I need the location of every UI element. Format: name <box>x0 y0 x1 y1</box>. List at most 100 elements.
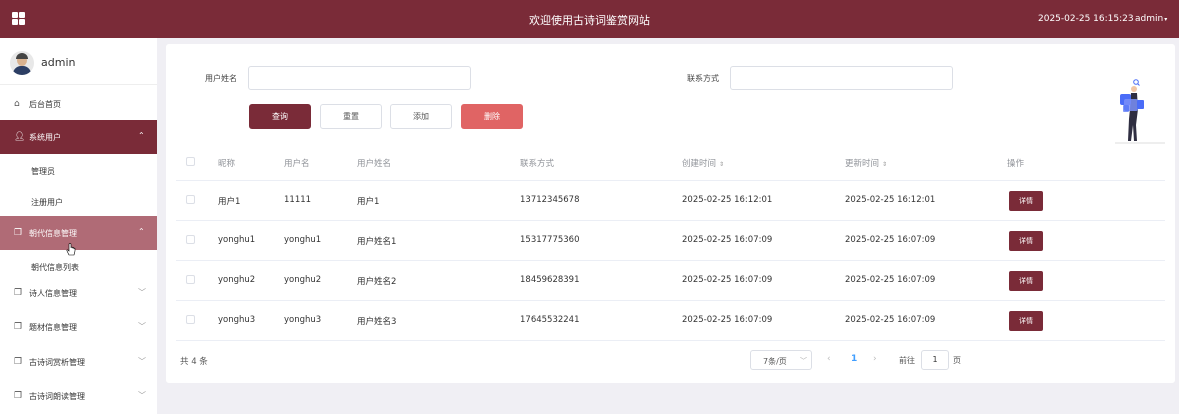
row-checkbox[interactable] <box>186 235 195 244</box>
user-menu[interactable]: admin▾ <box>1135 14 1167 24</box>
table-row: yonghu1 yonghu1 用户姓名1 15317775360 2025-0… <box>176 221 1165 261</box>
sidebar-item-label: 注册用户 <box>31 198 63 207</box>
column-header: 更新时间 <box>845 159 880 169</box>
sidebar-item-poet-management[interactable]: ❐ 诗人信息管理 ﹀ <box>0 276 157 310</box>
sidebar-item-label: 古诗词赏析管理 <box>29 358 85 367</box>
select-all-checkbox[interactable] <box>186 157 195 166</box>
add-button[interactable]: 添加 <box>390 104 452 129</box>
created-time-header[interactable]: 创建时间 ⇕ <box>682 157 724 169</box>
sidebar-item-label: 管理员 <box>31 167 55 176</box>
document-icon: ❐ <box>14 322 23 332</box>
user-icon: 👤︎ <box>14 132 26 142</box>
cell-contact: 13712345678 <box>520 195 580 205</box>
row-checkbox[interactable] <box>186 275 195 284</box>
column-header: 创建时间 <box>682 159 717 169</box>
contact-input[interactable] <box>730 66 953 90</box>
sidebar-item-appreciation-management[interactable]: ❐ 古诗词赏析管理 ﹀ <box>0 345 157 379</box>
sidebar-item-dynasty-management[interactable]: ❐ 朝代信息管理 ⌃ <box>0 216 157 250</box>
row-checkbox[interactable] <box>186 315 195 324</box>
sidebar-item-label: 后台首页 <box>29 100 61 109</box>
document-icon: ❐ <box>14 391 23 401</box>
cell-nickname: 用户1 <box>218 197 241 207</box>
page-size-select[interactable]: 7条/页 ﹀ <box>750 350 812 370</box>
name-label: 用户姓名 <box>205 74 237 83</box>
cell-realname: 用户1 <box>357 197 380 207</box>
sidebar-profile: admin <box>0 38 157 85</box>
cell-nickname: yonghu3 <box>218 315 256 325</box>
detail-button[interactable]: 详情 <box>1009 311 1043 331</box>
main-panel: 用户姓名 联系方式 查询 重置 添加 删除 昵称 用户名 用户姓名 联系方式 创… <box>166 44 1175 383</box>
column-header: 操作 <box>1007 159 1025 169</box>
cell-username: yonghu3 <box>284 315 322 325</box>
hand-cursor-icon <box>66 243 76 256</box>
sidebar-item-label: 诗人信息管理 <box>29 289 77 298</box>
reset-button[interactable]: 重置 <box>320 104 382 129</box>
cell-contact: 18459628391 <box>520 275 580 285</box>
sort-icon: ⇕ <box>882 161 888 168</box>
document-icon: ❐ <box>14 357 23 367</box>
home-icon: ⌂ <box>14 99 20 109</box>
cell-username: yonghu1 <box>284 235 322 245</box>
name-input[interactable] <box>248 66 471 90</box>
sidebar-item-label: 朝代信息列表 <box>31 263 79 272</box>
cell-created: 2025-02-25 16:07:09 <box>682 275 773 285</box>
sidebar-item-recitation-management[interactable]: ❐ 古诗词朗读管理 ﹀ <box>0 379 157 413</box>
page-size-value: 7条/页 <box>763 357 787 366</box>
chevron-down-icon: ﹀ <box>138 391 146 400</box>
table-row: 用户1 11111 用户1 13712345678 2025-02-25 16:… <box>176 181 1165 221</box>
chevron-up-icon: ⌃ <box>138 227 145 236</box>
avatar <box>10 51 34 75</box>
total-count: 共 4 条 <box>180 357 208 367</box>
next-page-icon[interactable]: › <box>873 354 877 364</box>
current-datetime: 2025-02-25 16:15:23 <box>1038 14 1134 24</box>
table-header: 昵称 用户名 用户姓名 联系方式 创建时间 ⇕ 更新时间 ⇕ 操作 <box>176 143 1165 181</box>
column-header: 用户姓名 <box>357 159 392 169</box>
cell-contact: 17645532241 <box>520 315 580 325</box>
cell-realname: 用户姓名2 <box>357 277 397 287</box>
detail-button[interactable]: 详情 <box>1009 191 1043 211</box>
table-row: yonghu3 yonghu3 用户姓名3 17645532241 2025-0… <box>176 301 1165 341</box>
chevron-down-icon: ﹀ <box>800 357 807 365</box>
sidebar: admin ⌂ 后台首页 👤︎ 系统用户 ⌃ 管理员 注册用户 ❐ 朝代信息管理… <box>0 38 157 414</box>
chevron-down-icon: ﹀ <box>138 288 146 297</box>
updated-time-header[interactable]: 更新时间 ⇕ <box>845 157 887 169</box>
sort-icon: ⇕ <box>719 161 725 168</box>
profile-name: admin <box>41 56 76 69</box>
site-title: 欢迎使用古诗词鉴赏网站 <box>529 14 650 27</box>
detail-button[interactable]: 详情 <box>1009 231 1043 251</box>
goto-page-input[interactable]: 1 <box>921 350 949 370</box>
cell-updated: 2025-02-25 16:07:09 <box>845 235 936 245</box>
goto-label: 前往 <box>899 356 915 365</box>
row-checkbox[interactable] <box>186 195 195 204</box>
sidebar-item-theme-management[interactable]: ❐ 题材信息管理 ﹀ <box>0 310 157 344</box>
sidebar-item-system-users[interactable]: 👤︎ 系统用户 ⌃ <box>0 120 157 154</box>
cell-created: 2025-02-25 16:12:01 <box>682 195 773 205</box>
sidebar-item-label: 朝代信息管理 <box>29 229 77 238</box>
cell-contact: 15317775360 <box>520 235 580 245</box>
sidebar-item-admins[interactable]: 管理员 <box>0 155 157 185</box>
cell-username: 11111 <box>284 195 312 205</box>
chevron-down-icon: ﹀ <box>138 357 146 366</box>
prev-page-icon[interactable]: ‹ <box>827 354 831 364</box>
delete-button[interactable]: 删除 <box>461 104 523 129</box>
document-icon: ❐ <box>14 228 23 238</box>
column-header: 昵称 <box>218 159 236 169</box>
page-unit-label: 页 <box>953 356 961 365</box>
chevron-up-icon: ⌃ <box>138 131 145 140</box>
caret-down-icon: ▾ <box>1164 16 1168 23</box>
sidebar-item-label: 题材信息管理 <box>29 323 77 332</box>
detail-button[interactable]: 详情 <box>1009 271 1043 291</box>
cell-created: 2025-02-25 16:07:09 <box>682 315 773 325</box>
sidebar-item-registered-users[interactable]: 注册用户 <box>0 186 157 216</box>
column-header: 联系方式 <box>520 159 555 169</box>
cell-updated: 2025-02-25 16:07:09 <box>845 275 936 285</box>
contact-label: 联系方式 <box>687 74 719 83</box>
query-button[interactable]: 查询 <box>249 104 311 129</box>
page-number[interactable]: 1 <box>851 354 857 364</box>
sidebar-item-home[interactable]: ⌂ 后台首页 <box>0 87 157 121</box>
cell-nickname: yonghu2 <box>218 275 256 285</box>
chevron-down-icon: ﹀ <box>138 322 146 331</box>
document-icon: ❐ <box>14 288 23 298</box>
cell-realname: 用户姓名1 <box>357 237 397 247</box>
cell-updated: 2025-02-25 16:12:01 <box>845 195 936 205</box>
